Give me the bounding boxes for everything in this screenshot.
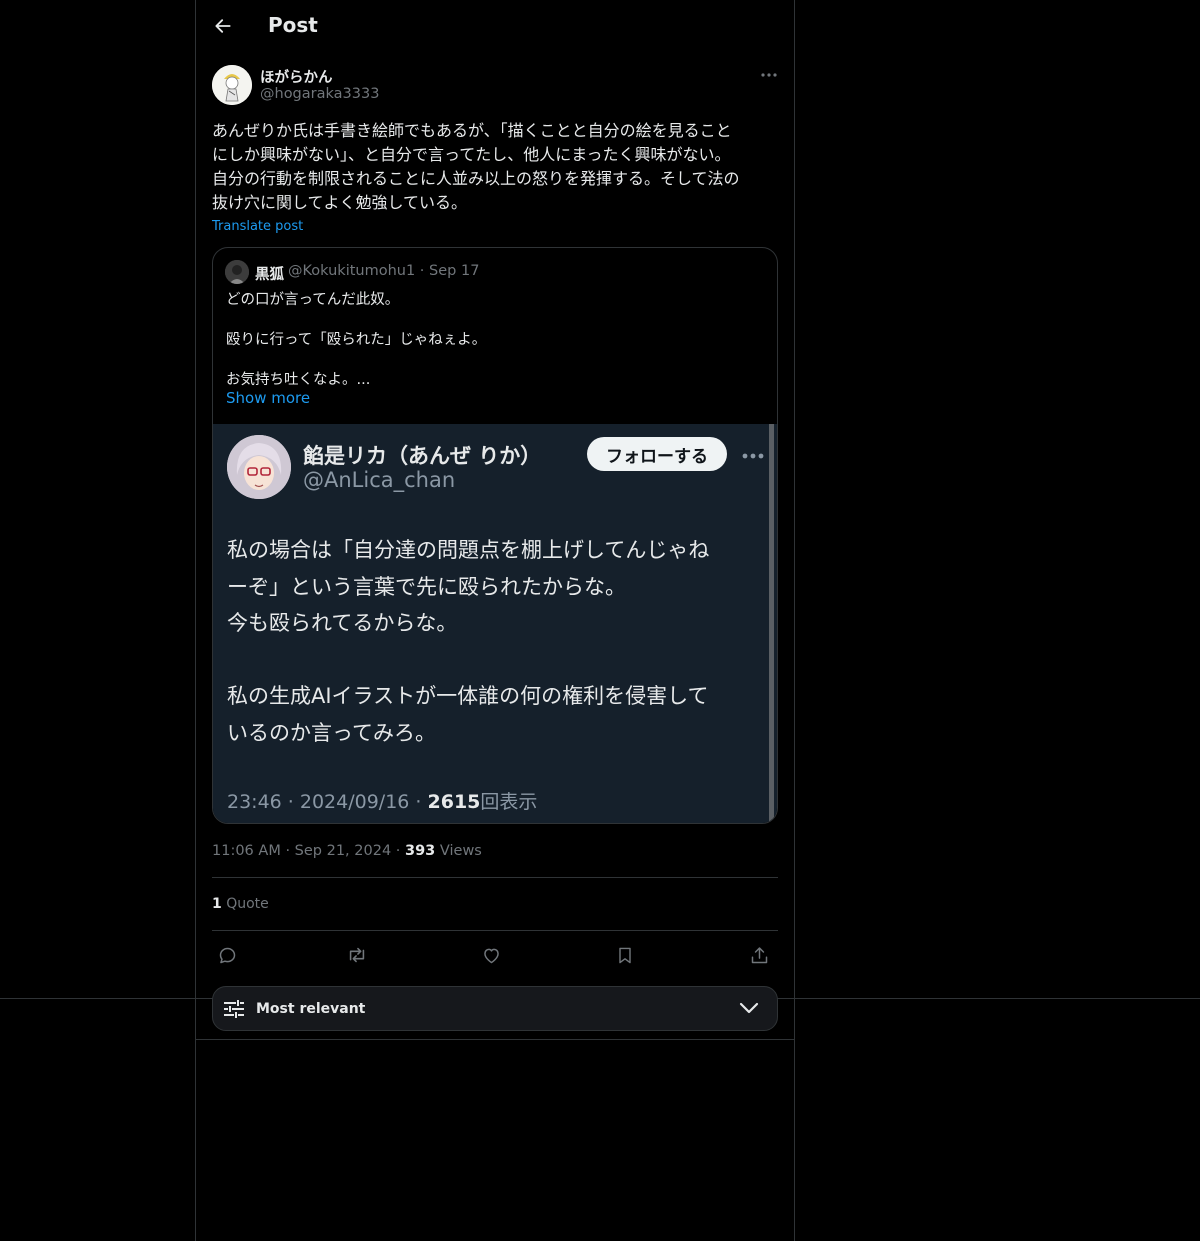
author-handle[interactable]: @hogaraka3333 xyxy=(260,86,379,102)
meta-separator: · xyxy=(395,843,405,859)
meta-separator: · xyxy=(285,843,295,859)
views-count: 393 xyxy=(405,843,436,859)
post-text: あんぜりか氏は手書き絵師でもあるが、「描くことと自分の絵を見ること にしか興味が… xyxy=(212,121,740,212)
post-time[interactable]: 11:06 AM xyxy=(212,843,281,859)
reply-icon xyxy=(219,947,235,963)
quote-count: 1 xyxy=(212,896,222,912)
post-date[interactable]: Sep 21, 2024 xyxy=(295,843,392,859)
quoted-author-handle-date: @Kokukitumohu1 · Sep 17 xyxy=(288,263,480,279)
screenshot-view-label: 回表示 xyxy=(480,791,538,813)
quoted-author-avatar xyxy=(225,260,249,284)
section-divider xyxy=(196,1039,794,1040)
screenshot-author-handle: @AnLica_chan xyxy=(303,468,456,492)
reply-sort-dropdown[interactable]: Most relevant xyxy=(212,986,778,1031)
back-button[interactable] xyxy=(208,11,238,41)
screenshot-author-name: 餡是リカ（あんぜ りか） xyxy=(303,444,542,468)
arrow-left-icon xyxy=(215,19,231,33)
screenshot-view-count: 2615 xyxy=(427,791,481,813)
repost-icon xyxy=(349,947,365,963)
divider xyxy=(212,930,778,931)
screenshot-author-avatar xyxy=(227,435,291,499)
post-column: Post ほがらかん @hogaraka3333 あんぜりか氏は手書き絵師でもあ… xyxy=(195,0,795,1241)
screenshot-follow-button: フォローする xyxy=(587,437,727,471)
show-more-link[interactable]: Show more xyxy=(226,389,310,407)
share-icon xyxy=(751,946,767,963)
reply-button[interactable] xyxy=(212,941,242,969)
bookmark-button[interactable] xyxy=(610,941,640,969)
screenshot-more-icon xyxy=(742,453,764,459)
author-name[interactable]: ほがらかん xyxy=(260,66,333,87)
bookmark-icon xyxy=(619,947,631,963)
like-button[interactable] xyxy=(476,941,506,969)
sort-label: Most relevant xyxy=(256,1001,366,1017)
translate-post-link[interactable]: Translate post xyxy=(212,219,303,234)
divider xyxy=(212,877,778,878)
avatar-illustration xyxy=(212,65,252,105)
repost-button[interactable] xyxy=(342,941,372,969)
quoted-post-card[interactable]: 黒狐 @Kokukitumohu1 · Sep 17 どの口が言ってんだ此奴。 … xyxy=(212,247,778,824)
post-header: Post xyxy=(196,0,794,53)
views-label: Views xyxy=(439,843,482,859)
quoted-post-text: どの口が言ってんだ此奴。 殴りに行って「殴られた」じゃねぇよ。 お気持ち吐くなよ… xyxy=(226,292,487,388)
screenshot-avatar-illustration xyxy=(227,435,291,499)
action-bar xyxy=(212,941,778,969)
share-button[interactable] xyxy=(744,941,774,969)
screenshot-post-text: 私の場合は「自分達の問題点を棚上げしてんじゃね ーぞ」という言葉で先に殴られたか… xyxy=(227,538,710,745)
quoted-avatar-illustration xyxy=(225,260,249,284)
sliders-icon xyxy=(224,1000,244,1018)
page-title: Post xyxy=(268,13,318,37)
quoted-author-name: 黒狐 xyxy=(255,267,284,283)
more-horizontal-icon xyxy=(761,73,777,77)
screenshot-footer: 23:46 · 2024/09/16 · 2615回表示 xyxy=(227,787,537,814)
screenshot-scrollbar xyxy=(769,424,774,823)
screenshot-timestamp: 23:46 · 2024/09/16 · xyxy=(227,791,428,813)
quotes-link[interactable]: 1 Quote xyxy=(212,896,269,912)
quote-label: Quote xyxy=(226,896,269,912)
more-options-button[interactable] xyxy=(754,64,784,86)
chevron-down-icon xyxy=(739,1002,759,1014)
author-avatar[interactable] xyxy=(212,65,252,105)
post-meta: 11:06 AM · Sep 21, 2024 · 393 Views xyxy=(212,843,482,859)
heart-icon xyxy=(483,948,499,963)
embedded-screenshot: 餡是リカ（あんぜ りか） @AnLica_chan フォローする 私の場合は「自… xyxy=(213,424,777,823)
